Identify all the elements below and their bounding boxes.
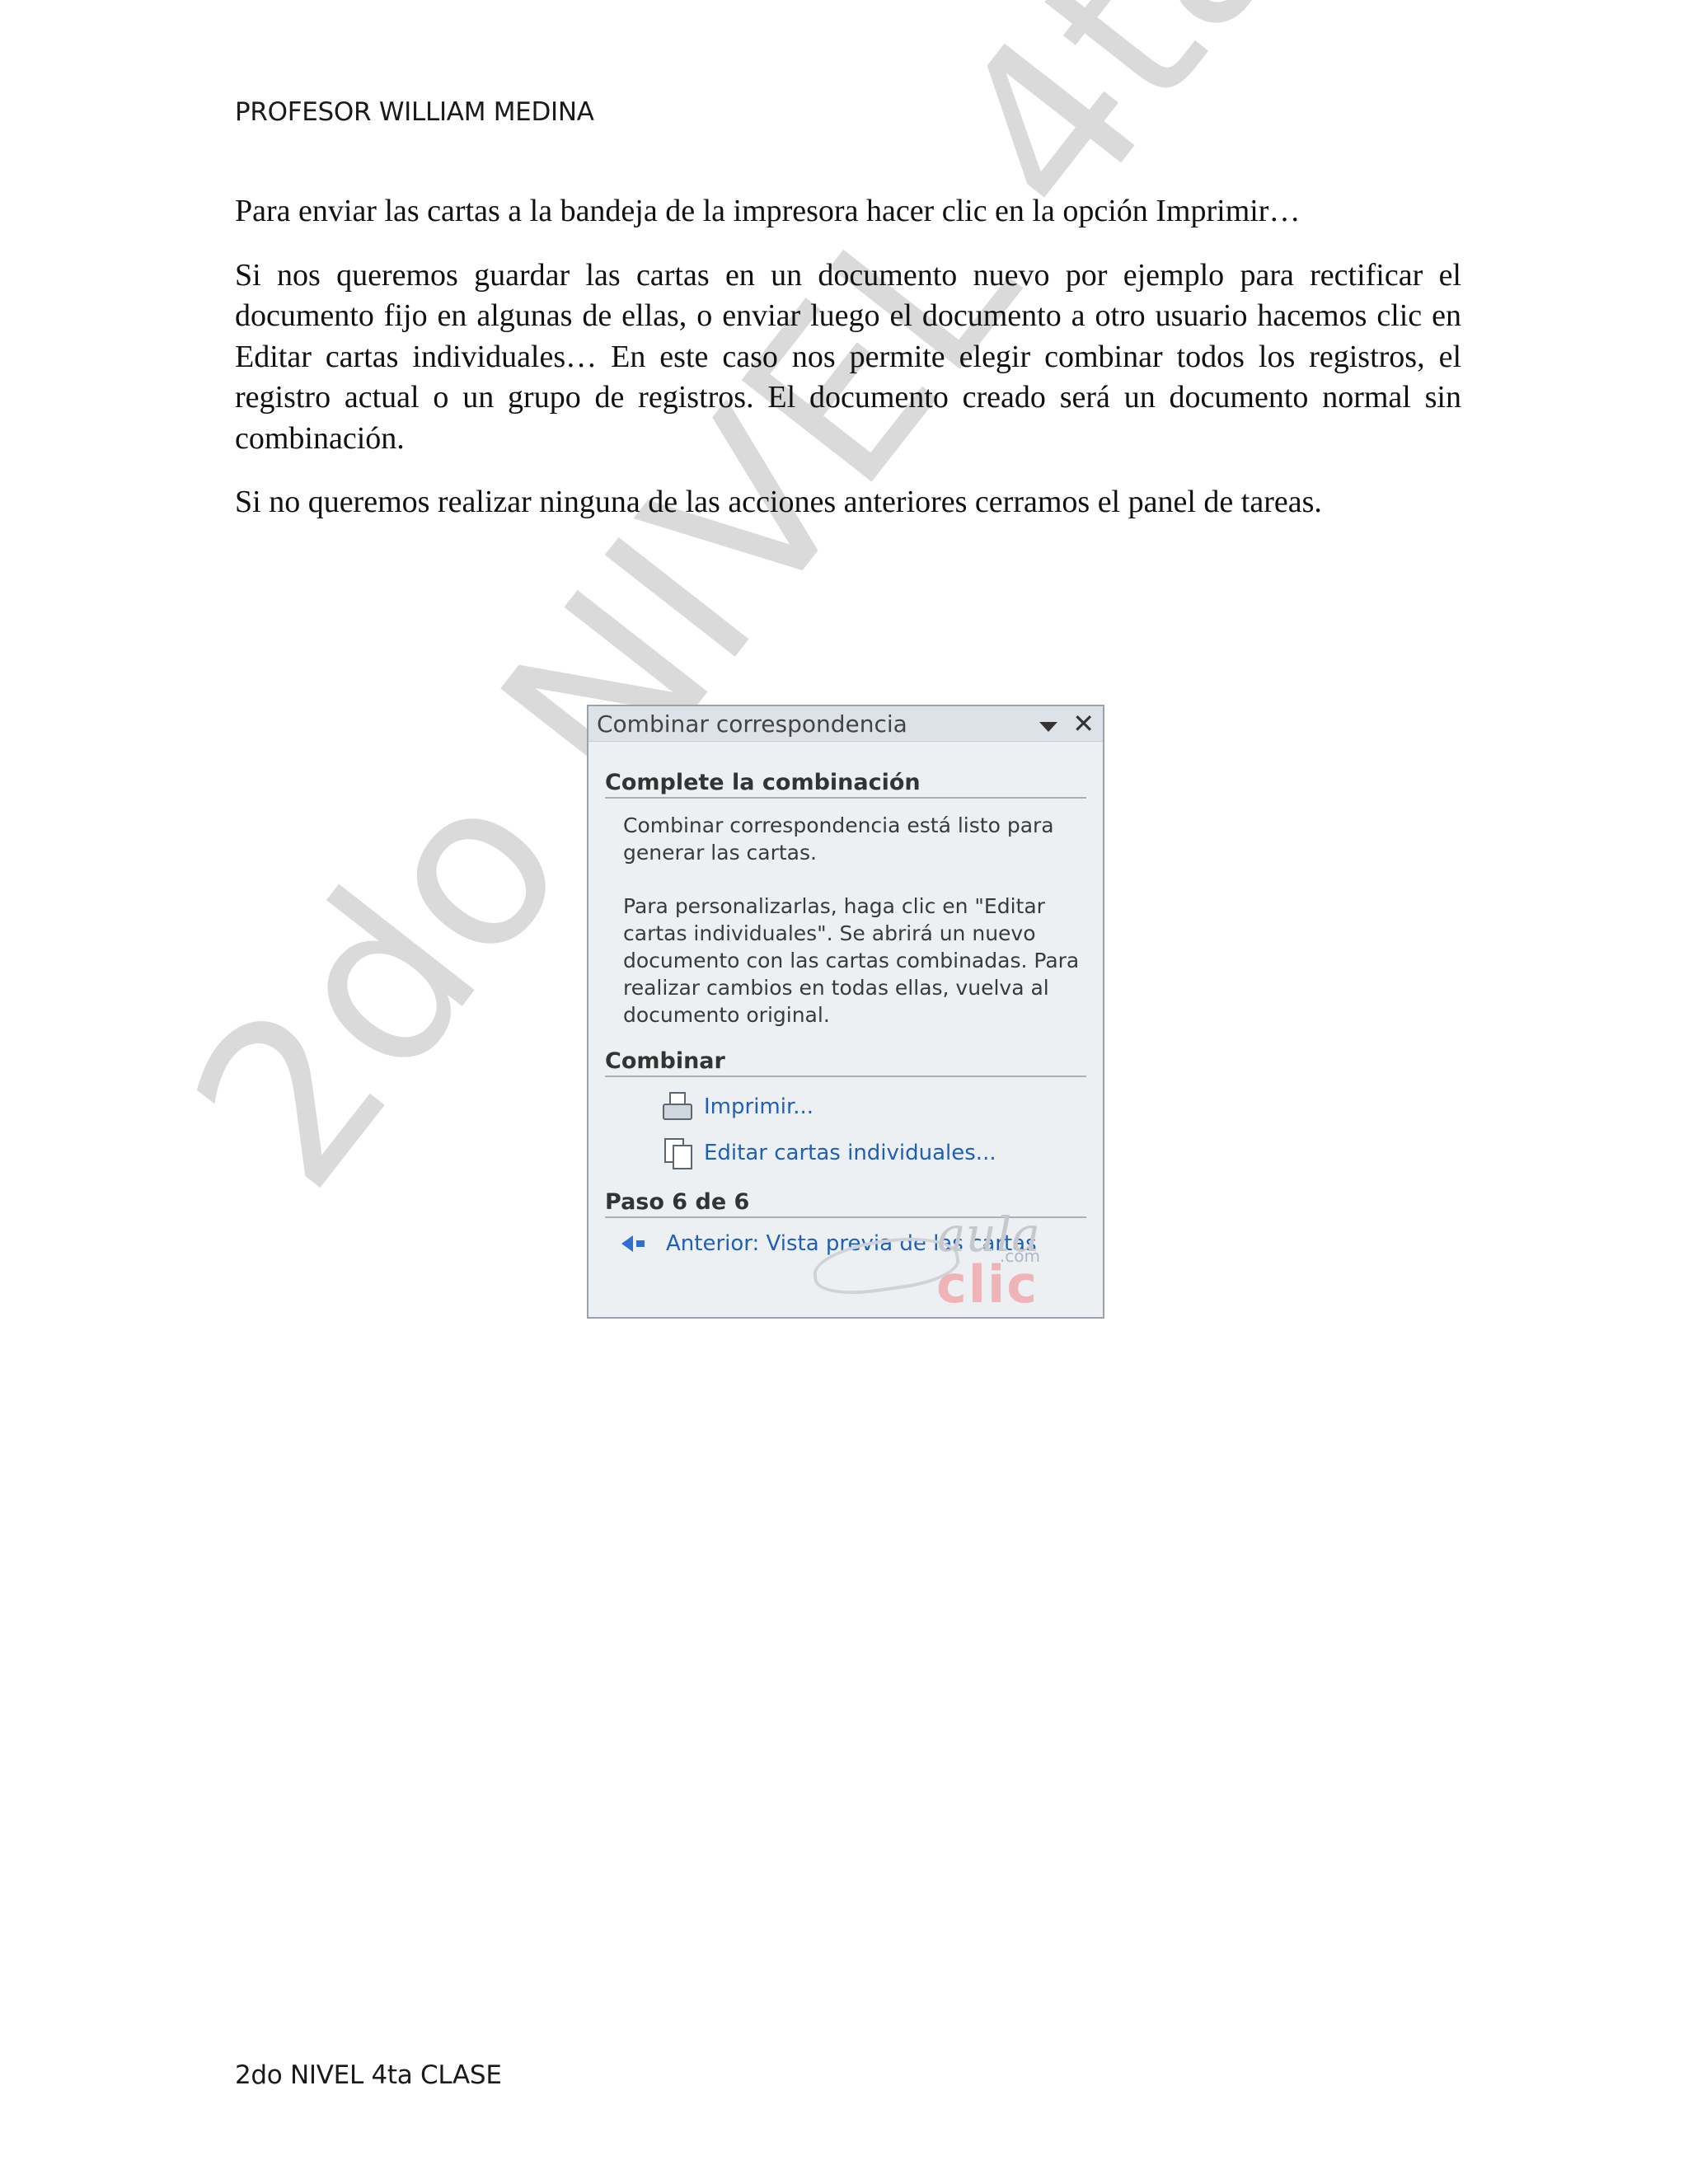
dropdown-arrow-icon[interactable] bbox=[1039, 722, 1058, 732]
edit-individual-letters-link[interactable]: Editar cartas individuales... bbox=[661, 1130, 1103, 1176]
section-complete-merge: Complete la combinación bbox=[605, 765, 1086, 799]
close-icon[interactable]: ✕ bbox=[1072, 710, 1095, 738]
info-ready-text: Combinar correspondencia está listo para… bbox=[623, 813, 1054, 865]
back-arrow-icon bbox=[621, 1235, 633, 1252]
section-merge: Combinar bbox=[605, 1043, 1086, 1077]
section-step: Paso 6 de 6 bbox=[605, 1184, 1086, 1218]
page-header: PROFESOR WILLIAM MEDINA bbox=[235, 97, 594, 127]
previous-step-label[interactable]: Anterior: Vista previa de las cartas bbox=[666, 1231, 1037, 1256]
task-pane-title: Combinar correspondencia bbox=[597, 710, 907, 738]
documents-icon bbox=[661, 1137, 694, 1169]
mail-merge-task-pane: Combinar correspondencia ✕ Complete la c… bbox=[587, 705, 1104, 1319]
info-personalize-text: Para personalizarlas, haga clic en "Edit… bbox=[623, 894, 1080, 1027]
edit-link-label[interactable]: Editar cartas individuales... bbox=[704, 1141, 996, 1165]
page-footer: 2do NIVEL 4ta CLASE bbox=[235, 2060, 502, 2090]
paragraph-2: Si nos queremos guardar las cartas en un… bbox=[235, 257, 1461, 456]
previous-step-link[interactable]: Anterior: Vista previa de las cartas bbox=[621, 1223, 1103, 1264]
paragraph-3: Si no queremos realizar ninguna de las a… bbox=[235, 485, 1322, 519]
body-text: Para enviar las cartas a la bandeja de l… bbox=[235, 191, 1461, 546]
paragraph-1: Para enviar las cartas a la bandeja de l… bbox=[235, 194, 1301, 228]
printer-icon bbox=[661, 1090, 694, 1123]
task-pane-title-bar: Combinar correspondencia ✕ bbox=[588, 706, 1103, 742]
print-link-label[interactable]: Imprimir... bbox=[704, 1094, 814, 1119]
print-link[interactable]: Imprimir... bbox=[661, 1084, 1103, 1130]
